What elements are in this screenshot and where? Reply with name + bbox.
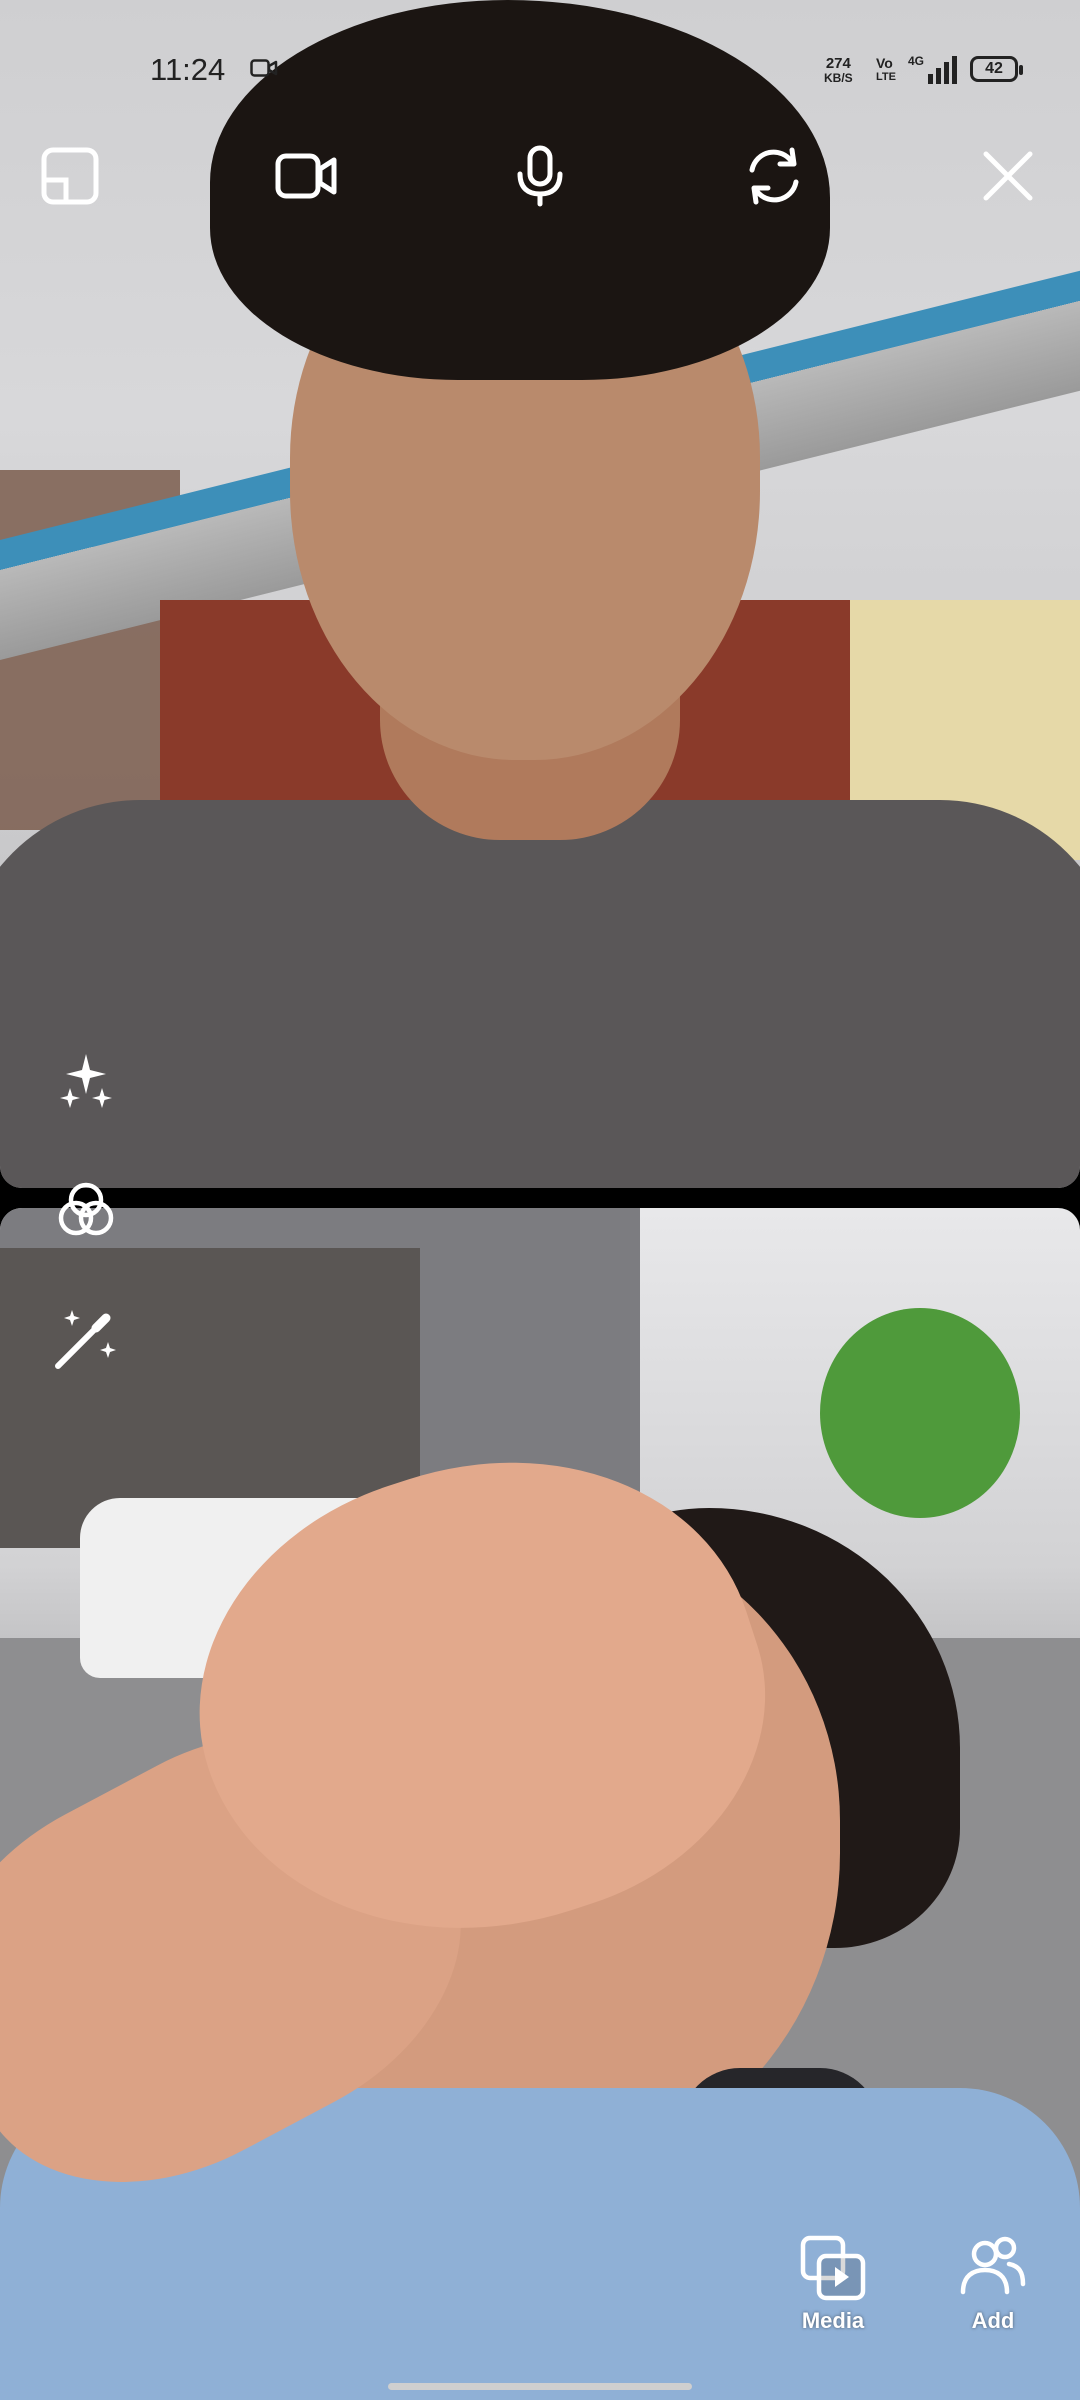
add-label: Add	[971, 2308, 1015, 2333]
media-label: Media	[801, 2308, 865, 2333]
media-button[interactable]: Media	[778, 2232, 888, 2334]
media-gallery-icon	[800, 2235, 866, 2301]
status-time: 11:24	[150, 52, 226, 87]
add-people-icon	[960, 2236, 1026, 2295]
add-people-button[interactable]: Add	[938, 2232, 1048, 2334]
layout-icon	[41, 147, 99, 205]
remote-video-feed[interactable]	[0, 1208, 1080, 2400]
magic-wand-icon	[55, 1310, 116, 1369]
network-speed-unit: KB/S	[824, 71, 853, 85]
close-icon	[983, 151, 1033, 201]
microphone-icon	[517, 145, 563, 207]
magic-wand-button[interactable]	[50, 1302, 122, 1374]
battery-indicator: 42	[970, 56, 1023, 82]
network-type: 4G	[908, 54, 924, 68]
video-toggle-button[interactable]	[266, 136, 346, 216]
volte-bottom: LTE	[876, 71, 896, 83]
signal-icon: 4G	[908, 54, 957, 84]
microphone-toggle-button[interactable]	[500, 136, 580, 216]
volte-top: Vo	[876, 55, 893, 71]
status-bar: 11:24 274 KB/S Vo LTE 4G 42	[0, 0, 1080, 110]
effects-button[interactable]	[50, 1048, 122, 1120]
video-camera-icon	[275, 153, 337, 199]
person-shirt	[0, 800, 1080, 1188]
home-indicator[interactable]	[388, 2383, 692, 2390]
filters-button[interactable]	[50, 1176, 122, 1248]
layout-button[interactable]	[30, 136, 110, 216]
filters-circles-icon	[58, 1182, 114, 1236]
screen-record-icon	[250, 59, 278, 77]
network-speed: 274 KB/S	[824, 56, 853, 86]
flip-camera-button[interactable]	[734, 136, 814, 216]
scene-tree	[820, 1308, 1020, 1518]
volte-indicator: Vo LTE	[876, 56, 896, 84]
close-button[interactable]	[968, 136, 1048, 216]
network-speed-value: 274	[825, 55, 851, 72]
sparkles-effects-icon	[60, 1054, 112, 1108]
flip-camera-icon	[749, 147, 799, 205]
